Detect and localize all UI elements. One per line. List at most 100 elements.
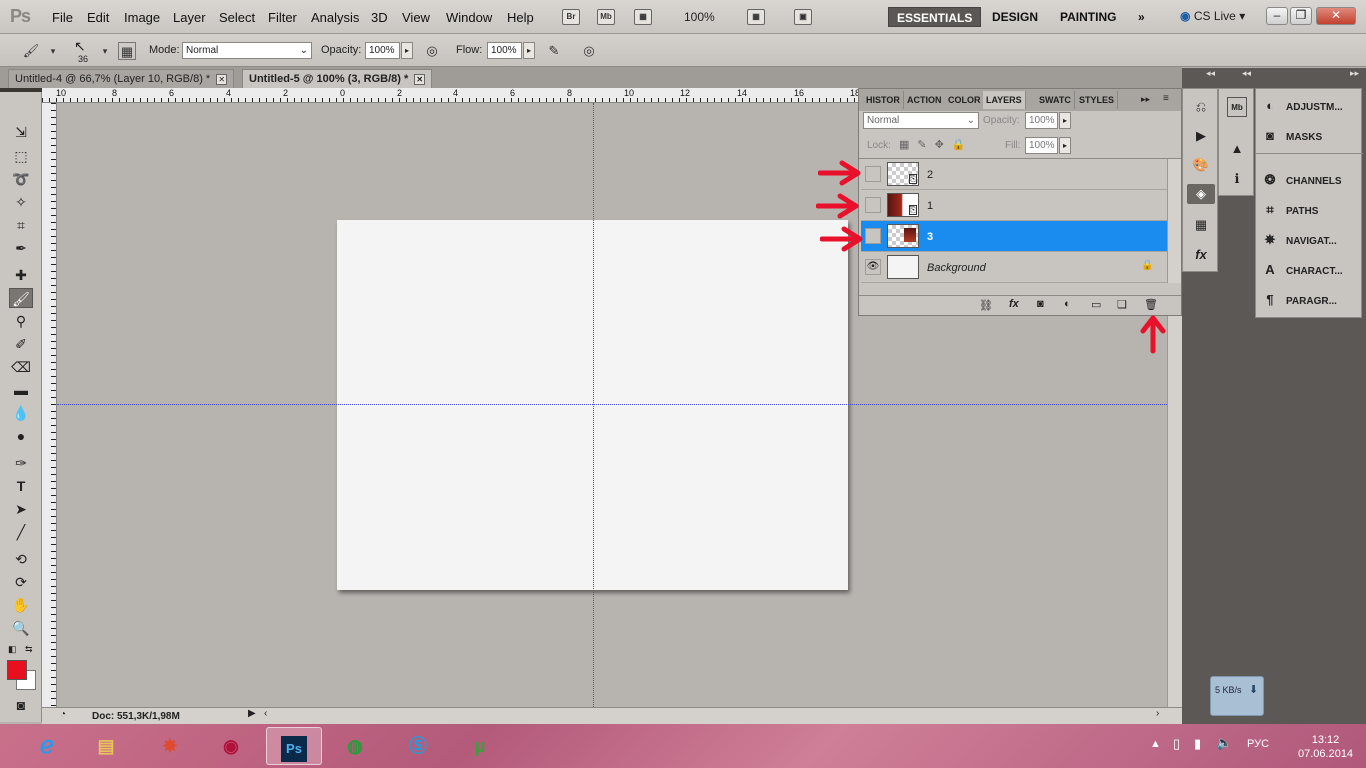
collapse-dock-icon[interactable]: ◂◂ [1206,68,1215,79]
maximize-button[interactable]: ❐ [1290,7,1312,25]
eyedropper-tool-icon[interactable]: ✒ [9,238,33,258]
brush-preview-icon[interactable]: ↖ [74,38,86,55]
close-tab-icon[interactable]: ✕ [414,74,426,85]
brush-tool-icon[interactable]: 🖌 [9,288,33,308]
guide-vertical[interactable] [593,103,594,707]
status-info-icon[interactable]: ◔ [60,709,66,720]
foreground-color-swatch[interactable] [7,660,27,680]
menu-file[interactable]: File [52,10,73,25]
collapse-dock-icon[interactable]: ▸▸ [1350,68,1359,79]
3d-rotate-tool-icon[interactable]: ⟲ [9,549,33,569]
eye-icon[interactable]: 👁 [865,259,881,275]
tool-preset-dropdown-icon[interactable]: ▾ [44,42,62,60]
collapse-dock-icon[interactable]: ◂◂ [1242,68,1251,79]
blend-mode-select[interactable]: Normal ⌄ [863,112,979,129]
minimize-button[interactable]: – [1266,7,1288,25]
fx-icon[interactable]: fx [1009,298,1019,310]
collapse-panel-icon[interactable]: ▸▸ [1141,94,1150,105]
blur-tool-icon[interactable]: 💧 [9,403,33,423]
signal-icon[interactable]: ▮ [1194,736,1201,752]
dock-channels[interactable]: ❂ CHANNELS [1262,169,1362,191]
info-panel-icon[interactable]: ℹ [1227,169,1247,189]
fill-input[interactable]: 100% [1025,137,1058,154]
tab-untitled-5[interactable]: Untitled-5 @ 100% (3, RGB/8) * ✕ [242,69,433,88]
navigator-panel-icon[interactable]: ▲ [1227,139,1247,159]
layer-row-1[interactable]: ⎘ 1 [861,190,1167,221]
file-explorer-icon[interactable]: ▤ [78,727,134,765]
pressure-size-icon[interactable]: ◎ [580,42,598,60]
layer-row-3-selected[interactable]: 3 [861,221,1167,252]
menu-analysis[interactable]: Analysis [311,10,359,25]
tab-color[interactable]: COLOR [945,91,985,109]
bridge-icon[interactable]: Br [562,9,580,25]
remote-app-icon[interactable]: ◉ [203,727,259,765]
menu-filter[interactable]: Filter [268,10,297,25]
swatches-panel-icon[interactable]: ▦ [1191,215,1211,235]
layer-opacity-input[interactable]: 100% [1025,112,1058,129]
guide-horizontal[interactable] [57,404,1167,405]
dock-adjustments[interactable]: ◐ ADJUSTM... [1262,95,1362,117]
network-speed-widget[interactable]: 5 KB/s ⬇ [1210,676,1264,716]
3d-orbit-tool-icon[interactable]: ⟳ [9,572,33,592]
color-panel-icon[interactable]: 🎨 [1191,155,1211,175]
tab-untitled-4[interactable]: Untitled-4 @ 66,7% (Layer 10, RGB/8) * ✕ [8,69,235,88]
line-tool-icon[interactable]: ╱ [9,522,33,542]
layer-row-2[interactable]: ⎘ 2 [861,159,1167,190]
path-selection-tool-icon[interactable]: ➤ [9,499,33,519]
status-menu-arrow-icon[interactable]: ▶ [248,708,256,719]
menu-3d[interactable]: 3D [371,10,388,25]
workspace-essentials[interactable]: ESSENTIALS [888,7,982,27]
cs-live[interactable]: ◉ CS Live ▾ [1180,9,1245,23]
type-tool-icon[interactable]: T [9,476,33,496]
brush-picker-dropdown-icon[interactable]: ▾ [96,42,114,60]
crop-tool-icon[interactable]: ⌗ [9,215,33,235]
visibility-toggle[interactable] [865,228,881,244]
menu-image[interactable]: Image [124,10,160,25]
gradient-tool-icon[interactable]: ▬ [9,380,33,400]
dock-paragraph[interactable]: ¶ PARAGR... [1262,289,1362,311]
group-folder-icon[interactable]: ▭ [1091,298,1101,311]
close-tab-icon[interactable]: ✕ [216,74,228,85]
extras-icon[interactable]: ▦ [634,9,652,25]
lock-icons[interactable]: ▦✎✥🔒 [899,138,974,151]
input-language[interactable]: РУС [1247,738,1269,750]
layer-opacity-arrow[interactable]: ▸ [1059,112,1071,129]
history-panel-icon[interactable]: ⎌ [1191,97,1211,117]
dodge-tool-icon[interactable]: ● [9,426,33,446]
pen-tool-icon[interactable]: ✑ [9,453,33,473]
dock-paths[interactable]: ⌗ PATHS [1262,199,1362,221]
opacity-slider-arrow[interactable]: ▸ [401,42,413,59]
flow-slider-arrow[interactable]: ▸ [523,42,535,59]
marquee-tool-icon[interactable]: ⬚ [9,146,33,166]
layer-name[interactable]: 1 [927,200,933,212]
workspace-painting[interactable]: PAINTING [1052,7,1124,27]
tab-actions[interactable]: ACTION [904,91,946,109]
menu-window[interactable]: Window [446,10,492,25]
swap-colors-icon[interactable]: ⇆ [25,644,33,655]
actions-panel-icon[interactable]: ▶ [1191,126,1211,146]
pressure-opacity-icon[interactable]: ◎ [423,42,441,60]
panel-menu-icon[interactable]: ≡ [1163,93,1169,104]
eraser-tool-icon[interactable]: ⌫ [9,357,33,377]
document-size[interactable]: Doc: 551,3K/1,98M [92,711,180,722]
styles-panel-icon[interactable]: fx [1191,245,1211,265]
utorrent-icon[interactable]: µ [452,727,508,765]
scroll-left-icon[interactable]: ‹ [264,708,267,719]
dock-masks[interactable]: ◙ MASKS [1262,125,1362,147]
workspaces-more[interactable]: » [1130,7,1153,27]
mini-bridge-panel-icon[interactable]: Mb [1227,97,1247,117]
tab-swatches[interactable]: SWATC [1036,91,1075,109]
menu-edit[interactable]: Edit [87,10,109,25]
menu-view[interactable]: View [402,10,430,25]
workspace-design[interactable]: DESIGN [984,7,1046,27]
new-layer-icon[interactable]: ❏ [1117,298,1127,311]
scroll-right-icon[interactable]: › [1156,708,1159,719]
layer-name[interactable]: 2 [927,169,933,181]
history-brush-tool-icon[interactable]: ✐ [9,334,33,354]
menu-layer[interactable]: Layer [173,10,206,25]
tab-layers[interactable]: LAYERS [983,91,1026,109]
brush-tool-icon[interactable]: 🖌 [22,42,40,60]
zoom-tool-icon[interactable]: 🔍 [9,618,33,638]
skype-icon[interactable]: Ⓢ [390,727,446,765]
trash-icon[interactable]: 🗑 [1144,298,1158,311]
